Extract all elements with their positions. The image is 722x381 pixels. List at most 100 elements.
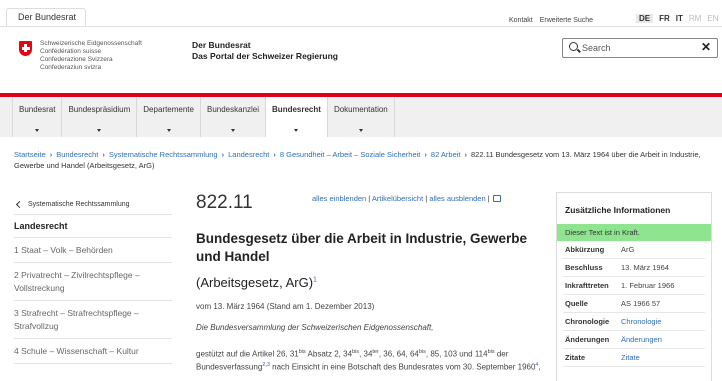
print-icon[interactable] (492, 195, 501, 202)
sidebar-item-strafrecht[interactable]: 3 Strafrecht – Strafrechtspflege – Straf… (14, 301, 172, 339)
breadcrumb-link[interactable]: Landesrecht (228, 150, 269, 159)
article-toolbar: alles einblenden | Artikelübersicht | al… (312, 194, 540, 203)
logo-line: Schweizerische Eidgenossenschaft (40, 40, 142, 47)
advanced-search-link[interactable]: Erweiterte Suche (540, 17, 593, 24)
lang-de[interactable]: DE (636, 14, 654, 23)
sidebar-heading: Landesrecht (14, 215, 172, 238)
sidebar-item-staat[interactable]: 1 Staat – Volk – Behörden (14, 238, 172, 263)
nav-bundesrecht[interactable]: Bundesrecht (266, 97, 328, 137)
search-input[interactable] (582, 41, 692, 55)
sr-number: 822.11 (196, 192, 253, 213)
portal-title-line1: Der Bundesrat (192, 40, 251, 50)
info-row-zitate: Zitate Zitate (563, 349, 705, 367)
show-all-link[interactable]: alles einblenden (312, 194, 366, 203)
search-icon[interactable] (569, 42, 578, 51)
chevron-down-icon (294, 129, 299, 132)
status-badge: Dieser Text ist in Kraft. (557, 224, 711, 241)
chronology-link[interactable]: Chronologie (621, 317, 661, 326)
nav-bundesrat[interactable]: Bundesrat (12, 97, 63, 137)
breadcrumb-link[interactable]: 82 Arbeit (431, 150, 461, 159)
legal-basis-paragraph: gestützt auf die Artikel 26, 31bis Absat… (196, 347, 541, 373)
info-value: 13. März 1964 (621, 263, 669, 272)
para-text: , 34 (359, 349, 373, 359)
logo-line: Confederazione Svizzera (40, 56, 113, 63)
para-text: , 36, 64, 64 (378, 349, 419, 359)
breadcrumb-separator-icon: › (464, 150, 468, 159)
para-sup: bis (418, 349, 426, 355)
law-title: Bundesgesetz über die Arbeit in Industri… (196, 231, 528, 264)
confederation-logo-text[interactable]: Schweizerische Eidgenossenschaft Confédé… (40, 40, 142, 72)
breadcrumb: Startseite › Bundesrecht › Systematische Rec… (14, 149, 714, 171)
chevron-left-icon (15, 200, 24, 209)
info-key: Abkürzung (565, 245, 605, 254)
info-value: ArG (621, 245, 635, 254)
info-value: AS 1966 57 (621, 299, 661, 308)
lang-rm: RM (688, 14, 702, 23)
article-overview-link[interactable]: Artikelübersicht (372, 194, 423, 203)
law-date: vom 13. März 1964 (Stand am 1. Dezember … (196, 302, 375, 311)
para-sup: bis (298, 349, 306, 355)
nav-dokumentation[interactable]: Dokumentation (328, 97, 395, 137)
breadcrumb-link[interactable]: Bundesrecht (56, 150, 98, 159)
para-text: , (538, 362, 541, 372)
nav-label: Bundesrecht (272, 105, 321, 114)
nav-departemente[interactable]: Departemente (137, 97, 201, 137)
info-row-beschluss: Beschluss 13. März 1964 (563, 259, 705, 277)
breadcrumb-link[interactable]: Startseite (14, 150, 46, 159)
portal-title-line2: Das Portal der Schweizer Regierung (192, 51, 338, 61)
footnote-link[interactable]: 1 (313, 277, 317, 284)
language-switcher: DE FR IT RM EN (636, 14, 718, 23)
portal-title: Der Bundesrat Das Portal der Schweizer R… (192, 40, 338, 62)
info-key: Zitate (565, 353, 586, 362)
info-key: Quelle (565, 299, 588, 308)
citations-link[interactable]: Zitate (621, 353, 640, 362)
para-text: Absatz 2, 34 (305, 349, 353, 359)
law-short-title: (Arbeitsgesetz, ArG)1 (196, 275, 317, 290)
utility-links: Kontakt Erweiterte Suche (509, 17, 593, 24)
nav-bundeskanzlei[interactable]: Bundeskanzlei (201, 97, 267, 137)
chevron-down-icon (358, 129, 363, 132)
logo-line: Confederaziun svizra (40, 64, 102, 71)
federal-council-tab[interactable]: Der Bundesrat (6, 8, 86, 26)
chevron-down-icon (231, 129, 235, 132)
breadcrumb-link[interactable]: 8 Gesundheit – Arbeit – Soziale Sicherhe… (280, 150, 421, 159)
chevron-down-icon (97, 129, 102, 132)
search-box: ✕ (562, 38, 718, 58)
para-sup: bis (487, 349, 495, 355)
nav-label: Bundespräsidium (68, 105, 131, 114)
toolbar-separator: | (485, 194, 492, 203)
chevron-down-icon (35, 129, 40, 132)
nav-label: Departemente (143, 105, 194, 114)
breadcrumb-separator-icon: › (273, 150, 276, 159)
breadcrumb-separator-icon: › (424, 150, 427, 159)
hide-all-link[interactable]: alles ausblenden (429, 194, 485, 203)
para-text: nach Einsicht in eine Botschaft des Bund… (269, 362, 536, 372)
info-panel-title: Zusätzliche Informationen (565, 205, 671, 215)
additional-info-panel: Zusätzliche Informationen Dieser Text is… (556, 192, 712, 381)
back-link-label: Systematische Rechtssammlung (28, 201, 130, 208)
logo-line: Confédération suisse (40, 48, 102, 55)
lang-fr[interactable]: FR (659, 14, 670, 23)
breadcrumb-link[interactable]: Systematische Rechtssammlung (109, 150, 218, 159)
nav-label: Bundeskanzlei (206, 105, 260, 114)
contact-link[interactable]: Kontakt (509, 17, 533, 24)
sidebar-item-schule[interactable]: 4 Schule – Wissenschaft – Kultur (14, 339, 172, 364)
main-nav: Bundesrat Bundespräsidium Departemente B… (12, 97, 395, 137)
info-key: Beschluss (565, 263, 603, 272)
breadcrumb-separator-icon: › (49, 150, 53, 159)
lang-it[interactable]: IT (676, 14, 683, 23)
nav-label: Dokumentation (333, 105, 388, 114)
info-key: Inkrafttreten (565, 281, 609, 290)
back-to-collection-link[interactable]: Systematische Rechtssammlung (14, 195, 172, 215)
info-row-quelle: Quelle AS 1966 57 (563, 295, 705, 313)
sidebar: Systematische Rechtssammlung Landesrecht… (14, 195, 172, 364)
amendments-link[interactable]: Änderungen (621, 335, 662, 344)
short-title-text: (Arbeitsgesetz, ArG) (196, 275, 314, 290)
sidebar-item-privatrecht[interactable]: 2 Privatrecht – Zivilrechtspflege – Voll… (14, 263, 172, 301)
breadcrumb-separator-icon: › (102, 150, 105, 159)
lang-en: EN (707, 14, 719, 23)
clear-search-icon[interactable]: ✕ (701, 40, 711, 54)
para-text: gestützt auf die Artikel 26, 31 (196, 349, 299, 359)
nav-bundespraesidium[interactable]: Bundespräsidium (62, 97, 138, 137)
swiss-cross-logo-icon[interactable] (19, 41, 32, 56)
